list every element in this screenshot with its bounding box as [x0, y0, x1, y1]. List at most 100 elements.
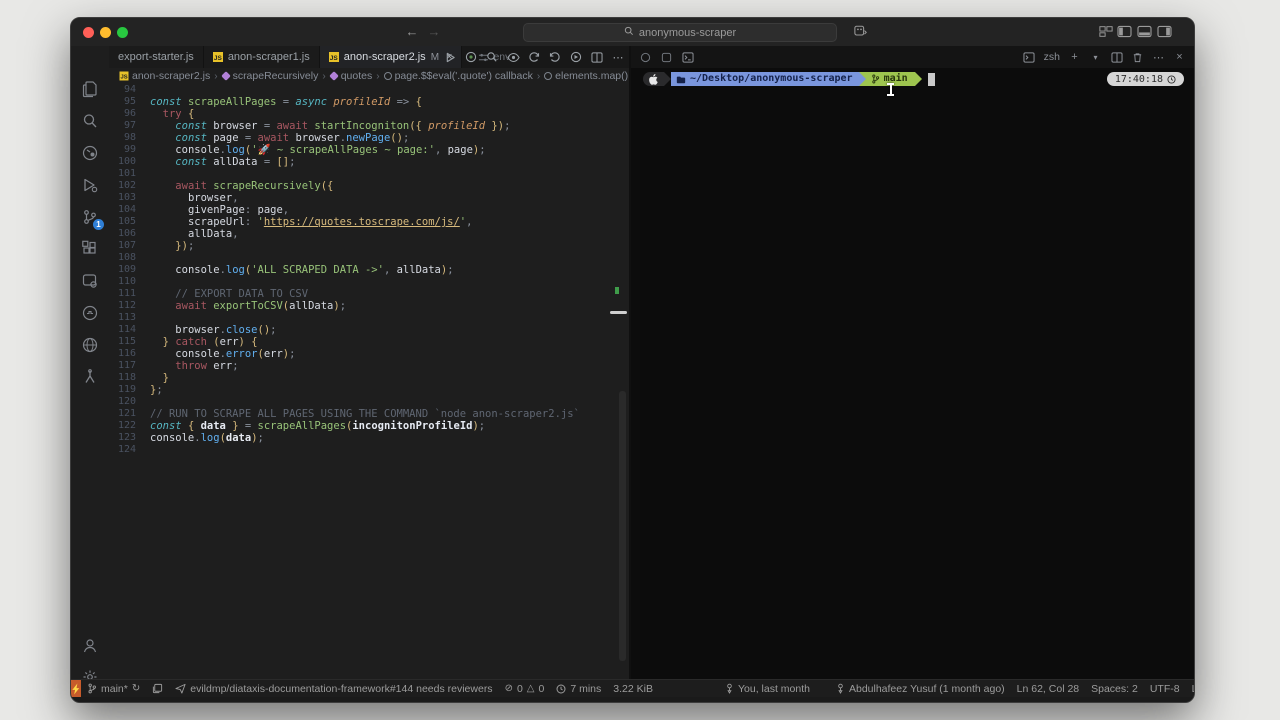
- line-number[interactable]: 102: [109, 180, 150, 192]
- line-number[interactable]: 122: [109, 420, 150, 432]
- line-number[interactable]: 107: [109, 240, 150, 252]
- split-editor-icon[interactable]: [590, 50, 604, 64]
- line-number[interactable]: 108: [109, 252, 150, 264]
- explorer-icon[interactable]: [80, 79, 100, 99]
- run-code-icon[interactable]: [443, 50, 457, 64]
- scrollbar-handle[interactable]: [610, 311, 627, 314]
- line-number[interactable]: 121: [109, 408, 150, 420]
- breadcrumb-item-file[interactable]: JS anon-scraper2.js: [119, 70, 210, 82]
- more-actions-icon[interactable]: ⋯: [611, 50, 625, 64]
- remote-indicator[interactable]: [71, 680, 81, 697]
- toggle-secondary-sidebar-icon[interactable]: [1157, 25, 1172, 38]
- line-number[interactable]: 96: [109, 108, 150, 120]
- blame-you-status[interactable]: You, last month: [719, 680, 816, 697]
- line-number[interactable]: 101: [109, 168, 150, 180]
- tab-export-starter[interactable]: export-starter.js: [109, 46, 204, 68]
- mouse-text-cursor: [886, 82, 895, 97]
- session-time-status[interactable]: 7 mins: [550, 680, 607, 697]
- panel-square-icon[interactable]: [660, 51, 673, 64]
- close-panel-icon[interactable]: ×: [1173, 51, 1186, 64]
- run-debug-icon[interactable]: [80, 175, 100, 195]
- panel-more-icon[interactable]: ⋯: [1152, 51, 1165, 64]
- eol-status[interactable]: LF: [1186, 680, 1195, 697]
- tab-anon-scraper1[interactable]: JS anon-scraper1.js: [204, 46, 320, 68]
- line-number[interactable]: 118: [109, 372, 150, 384]
- record-icon[interactable]: [569, 50, 583, 64]
- line-number[interactable]: 104: [109, 204, 150, 216]
- line-number[interactable]: 105: [109, 216, 150, 228]
- line-number[interactable]: 120: [109, 396, 150, 408]
- toggle-panel-icon[interactable]: [1137, 25, 1152, 38]
- tab-anon-scraper2[interactable]: JS anon-scraper2.js M ×: [320, 46, 463, 68]
- git-branch-status[interactable]: main* ↻: [81, 680, 146, 697]
- redo-circle-icon[interactable]: [548, 50, 562, 64]
- testing-icon[interactable]: [80, 367, 100, 387]
- problems-status[interactable]: ⊘ 0 △ 0: [499, 680, 551, 697]
- terminal-panel[interactable]: zsh + ▾ ⋯ × ~/Desktop/anonymous-scraper …: [631, 46, 1194, 680]
- line-number[interactable]: 119: [109, 384, 150, 396]
- code-text: browser,: [150, 192, 239, 204]
- line-number[interactable]: 94: [109, 84, 150, 96]
- editor-scrollbar[interactable]: [619, 391, 626, 661]
- line-number[interactable]: 109: [109, 264, 150, 276]
- breadcrumb-item-symbol[interactable]: scrapeRecursively: [222, 70, 319, 82]
- breadcrumb-item-callback[interactable]: elements.map() callback: [544, 70, 629, 82]
- search-icon[interactable]: [80, 111, 100, 131]
- cursor-position-status[interactable]: Ln 62, Col 28: [1011, 680, 1085, 697]
- command-center-search[interactable]: anonymous-scraper: [523, 23, 837, 42]
- layers-status-icon[interactable]: [146, 680, 169, 697]
- line-number[interactable]: 114: [109, 324, 150, 336]
- line-number[interactable]: 99: [109, 144, 150, 156]
- source-control-icon[interactable]: 1: [80, 207, 100, 227]
- accounts-icon[interactable]: [80, 636, 100, 656]
- split-terminal-icon[interactable]: [1110, 51, 1123, 64]
- line-number[interactable]: 112: [109, 300, 150, 312]
- nav-forward-icon[interactable]: →: [425, 23, 443, 41]
- shell-label[interactable]: zsh: [1044, 51, 1060, 63]
- line-number[interactable]: 97: [109, 120, 150, 132]
- breadcrumb-item-callback[interactable]: page.$$eval('.quote') callback: [384, 70, 533, 82]
- terminal-icon[interactable]: [681, 51, 694, 64]
- search-editor-icon[interactable]: [485, 50, 499, 64]
- line-number[interactable]: 113: [109, 312, 150, 324]
- extensions-icon[interactable]: [80, 239, 100, 259]
- line-number[interactable]: 117: [109, 360, 150, 372]
- line-number[interactable]: 95: [109, 96, 150, 108]
- line-number[interactable]: 103: [109, 192, 150, 204]
- line-number[interactable]: 106: [109, 228, 150, 240]
- quokka-icon[interactable]: [464, 50, 478, 64]
- web-globe-icon[interactable]: [80, 335, 100, 355]
- docker-icon[interactable]: [80, 303, 100, 323]
- line-number[interactable]: 111: [109, 288, 150, 300]
- customize-layout-icon[interactable]: [1099, 25, 1114, 38]
- line-number[interactable]: 98: [109, 132, 150, 144]
- undo-circle-icon[interactable]: [527, 50, 541, 64]
- close-window-button[interactable]: [83, 27, 94, 38]
- blame-author-status[interactable]: Abdulhafeez Yusuf (1 month ago): [830, 680, 1011, 697]
- line-number[interactable]: 123: [109, 432, 150, 444]
- preview-icon[interactable]: [506, 50, 520, 64]
- terminal-profile-caret-icon[interactable]: ▾: [1089, 51, 1102, 64]
- line-number[interactable]: 115: [109, 336, 150, 348]
- file-size-status[interactable]: 3.22 KiB: [607, 680, 659, 697]
- line-number[interactable]: 124: [109, 444, 150, 456]
- line-number[interactable]: 110: [109, 276, 150, 288]
- encoding-status[interactable]: UTF-8: [1144, 680, 1186, 697]
- code-editor[interactable]: 9495const scrapeAllPages = async profile…: [109, 84, 629, 680]
- live-share-icon[interactable]: [80, 271, 100, 291]
- toggle-primary-sidebar-icon[interactable]: [1117, 25, 1132, 38]
- line-number[interactable]: 100: [109, 156, 150, 168]
- minimize-window-button[interactable]: [100, 27, 111, 38]
- dependencies-icon[interactable]: [80, 143, 100, 163]
- line-number[interactable]: 116: [109, 348, 150, 360]
- zoom-window-button[interactable]: [117, 27, 128, 38]
- indentation-status[interactable]: Spaces: 2: [1085, 680, 1144, 697]
- nav-back-icon[interactable]: ←: [403, 23, 421, 41]
- panel-circle-icon[interactable]: [639, 51, 652, 64]
- profile-dropdown-icon[interactable]: [854, 25, 869, 38]
- pr-status-item[interactable]: evildmp/diataxis-documentation-framework…: [169, 680, 498, 697]
- breadcrumb-item-symbol[interactable]: quotes: [330, 70, 373, 82]
- new-terminal-icon[interactable]: +: [1068, 51, 1081, 64]
- breadcrumb-separator: ›: [214, 71, 217, 82]
- kill-terminal-trash-icon[interactable]: [1131, 51, 1144, 64]
